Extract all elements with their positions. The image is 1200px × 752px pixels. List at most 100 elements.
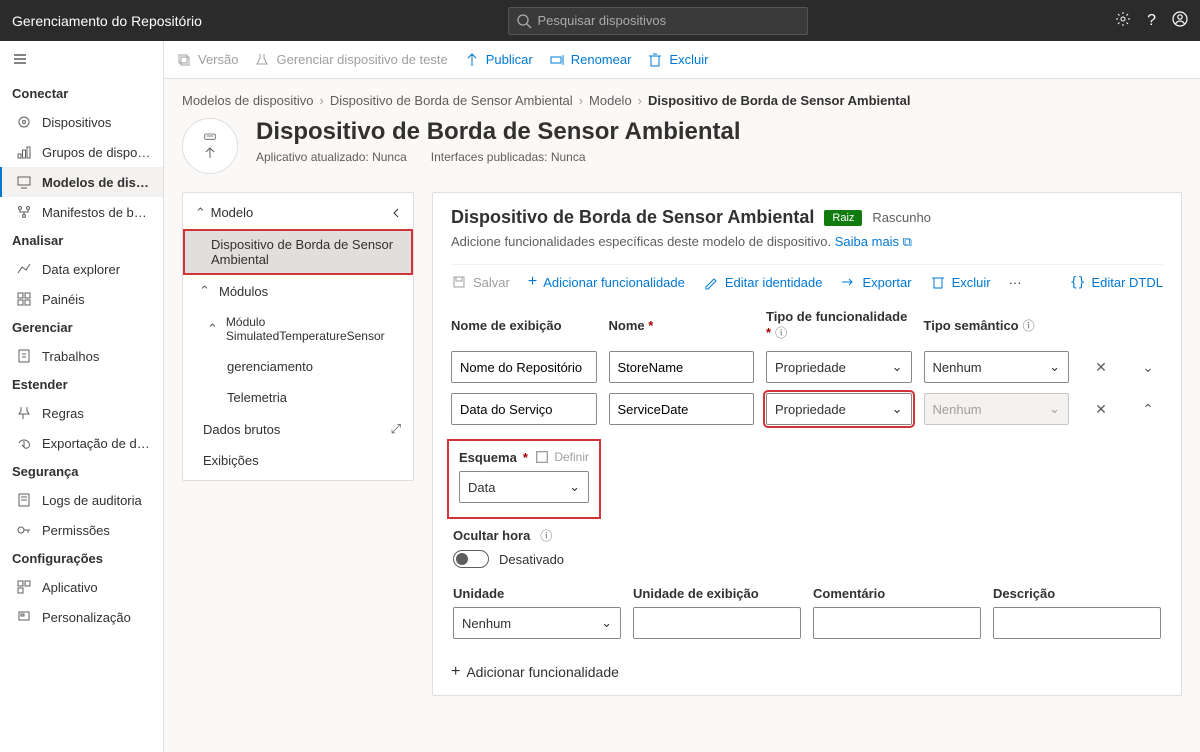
row1-name[interactable] bbox=[609, 351, 755, 383]
tree-device[interactable]: Dispositivo de Borda de Sensor Ambiental bbox=[183, 229, 413, 275]
schema-label: Esquema bbox=[459, 450, 517, 465]
dashboard-icon bbox=[16, 291, 32, 307]
crumb-3[interactable]: Modelo bbox=[589, 93, 632, 108]
interfaces-published: Interfaces publicadas: Nunca bbox=[431, 150, 586, 164]
crumb-4: Dispositivo de Borda de Sensor Ambiental bbox=[648, 93, 910, 108]
row1-semantic[interactable]: Nenhum⌄ bbox=[924, 351, 1070, 383]
nav-rules[interactable]: Regras bbox=[0, 398, 163, 428]
settings-icon[interactable] bbox=[1115, 11, 1131, 30]
templates-icon bbox=[16, 174, 32, 190]
command-bar: Versão Gerenciar dispositivo de teste Pu… bbox=[164, 41, 1200, 79]
nav-app[interactable]: Aplicativo bbox=[0, 572, 163, 602]
capability-panel: Dispositivo de Borda de Sensor Ambiental… bbox=[432, 192, 1182, 696]
row1-expand[interactable]: ⌄ bbox=[1133, 359, 1163, 376]
tree-mgmt[interactable]: gerenciamento bbox=[183, 351, 413, 382]
nav-edge-manifests[interactable]: Manifestos de borda bbox=[0, 197, 163, 227]
row1-type[interactable]: Propriedade⌄ bbox=[766, 351, 912, 383]
row1-remove[interactable]: ✕ bbox=[1081, 359, 1121, 376]
nav-jobs[interactable]: Trabalhos bbox=[0, 341, 163, 371]
comment-input[interactable] bbox=[813, 607, 981, 639]
row2-remove[interactable]: ✕ bbox=[1081, 401, 1121, 418]
tree-modules[interactable]: ⌃Módulos bbox=[183, 275, 413, 307]
app-title: Gerenciamento do Repositório bbox=[12, 13, 202, 29]
chevron-down-icon: ⌄ bbox=[569, 479, 580, 495]
account-icon[interactable] bbox=[1172, 11, 1188, 30]
top-bar: Gerenciamento do Repositório ? bbox=[0, 0, 1200, 41]
display-unit-input[interactable] bbox=[633, 607, 801, 639]
row1-display[interactable] bbox=[451, 351, 597, 383]
comment-label: Comentário bbox=[813, 586, 981, 601]
hide-time-toggle[interactable] bbox=[453, 550, 489, 568]
cmd-publish[interactable]: Publicar bbox=[464, 52, 533, 68]
row2-semantic: Nenhum⌄ bbox=[924, 393, 1070, 425]
info-icon[interactable]: ⓘ bbox=[540, 527, 552, 544]
explorer-icon bbox=[16, 261, 32, 277]
nav-data-explorer[interactable]: Data explorer bbox=[0, 254, 163, 284]
hide-time-label: Ocultar hora bbox=[453, 528, 530, 543]
groups-icon bbox=[16, 144, 32, 160]
cmd-version[interactable]: Versão bbox=[176, 52, 238, 68]
learn-more-link[interactable]: Saiba mais ⧉ bbox=[835, 234, 912, 249]
collapse-tree-icon[interactable] bbox=[391, 206, 401, 221]
pc-export[interactable]: Exportar bbox=[840, 274, 911, 290]
nav-section-manage: Gerenciar bbox=[0, 314, 163, 341]
root-badge: Raiz bbox=[824, 210, 862, 226]
schema-select[interactable]: Data⌄ bbox=[459, 471, 589, 503]
tree-raw[interactable]: Dados brutos⤢ bbox=[183, 413, 413, 445]
description-label: Descrição bbox=[993, 586, 1161, 601]
help-icon[interactable]: ? bbox=[1147, 12, 1156, 30]
nav-section-config: Configurações bbox=[0, 545, 163, 572]
nav-customize[interactable]: Personalização bbox=[0, 602, 163, 632]
cmd-rename[interactable]: Renomear bbox=[549, 52, 632, 68]
nav-permissions[interactable]: Permissões bbox=[0, 515, 163, 545]
pc-dtdl[interactable]: {}Editar DTDL bbox=[1070, 275, 1163, 290]
nav-section-connect: Conectar bbox=[0, 80, 163, 107]
audit-icon bbox=[16, 492, 32, 508]
tree-views[interactable]: Exibições bbox=[183, 445, 413, 476]
hamburger-icon[interactable] bbox=[0, 41, 163, 80]
tree-telemetry[interactable]: Telemetria bbox=[183, 382, 413, 413]
expand-icon[interactable]: ⤢ bbox=[391, 421, 401, 437]
col-name: Nome bbox=[609, 318, 755, 333]
row2-collapse[interactable]: ⌃ bbox=[1133, 401, 1163, 418]
tree-model[interactable]: ⌃ Modelo bbox=[183, 197, 413, 229]
nav-export[interactable]: Exportação de dad... bbox=[0, 428, 163, 458]
manifest-icon bbox=[16, 204, 32, 220]
unit-select[interactable]: Nenhum⌄ bbox=[453, 607, 621, 639]
pc-add[interactable]: +Adicionar funcionalidade bbox=[528, 273, 685, 291]
search-input[interactable] bbox=[508, 7, 808, 35]
add-capability-button[interactable]: +Adicionar funcionalidade bbox=[451, 663, 1163, 681]
cmd-manage-test[interactable]: Gerenciar dispositivo de teste bbox=[254, 52, 447, 68]
search-box[interactable] bbox=[508, 7, 808, 35]
info-icon[interactable]: ⓘ bbox=[775, 326, 787, 340]
crumb-2[interactable]: Dispositivo de Borda de Sensor Ambiental bbox=[330, 93, 573, 108]
define-link[interactable]: Definir bbox=[534, 449, 589, 465]
cmd-delete[interactable]: Excluir bbox=[647, 52, 708, 68]
row2-name[interactable] bbox=[609, 393, 755, 425]
model-tree: ⌃ Modelo Dispositivo de Borda de Sensor … bbox=[182, 192, 414, 481]
crumb-1[interactable]: Modelos de dispositivo bbox=[182, 93, 314, 108]
chevron-down-icon: ⌄ bbox=[601, 615, 612, 631]
description-input[interactable] bbox=[993, 607, 1161, 639]
info-icon[interactable]: ⓘ bbox=[1023, 319, 1035, 333]
row2-display[interactable] bbox=[451, 393, 597, 425]
col-type: Tipo de funcionalidadeⓘ bbox=[766, 309, 912, 341]
app-icon bbox=[16, 579, 32, 595]
tree-module-1[interactable]: ⌃Módulo SimulatedTemperatureSensor bbox=[183, 307, 413, 351]
device-template-icon bbox=[182, 118, 238, 174]
nav-section-analyze: Analisar bbox=[0, 227, 163, 254]
pc-save[interactable]: Salvar bbox=[451, 274, 510, 290]
pc-delete[interactable]: Excluir bbox=[930, 274, 991, 290]
page-title: Dispositivo de Borda de Sensor Ambiental bbox=[256, 118, 741, 146]
breadcrumb: Modelos de dispositivo› Dispositivo de B… bbox=[182, 93, 1182, 108]
nav-device-groups[interactable]: Grupos de dispositi... bbox=[0, 137, 163, 167]
pc-more[interactable]: ··· bbox=[1009, 275, 1022, 290]
nav-dashboards[interactable]: Painéis bbox=[0, 284, 163, 314]
nav-section-security: Segurança bbox=[0, 458, 163, 485]
nav-audit[interactable]: Logs de auditoria bbox=[0, 485, 163, 515]
row2-type[interactable]: Propriedade⌄ bbox=[766, 393, 912, 425]
pc-editid[interactable]: Editar identidade bbox=[703, 274, 823, 290]
nav-device-templates[interactable]: Modelos de dispos... bbox=[0, 167, 163, 197]
nav-section-extend: Estender bbox=[0, 371, 163, 398]
nav-devices[interactable]: Dispositivos bbox=[0, 107, 163, 137]
